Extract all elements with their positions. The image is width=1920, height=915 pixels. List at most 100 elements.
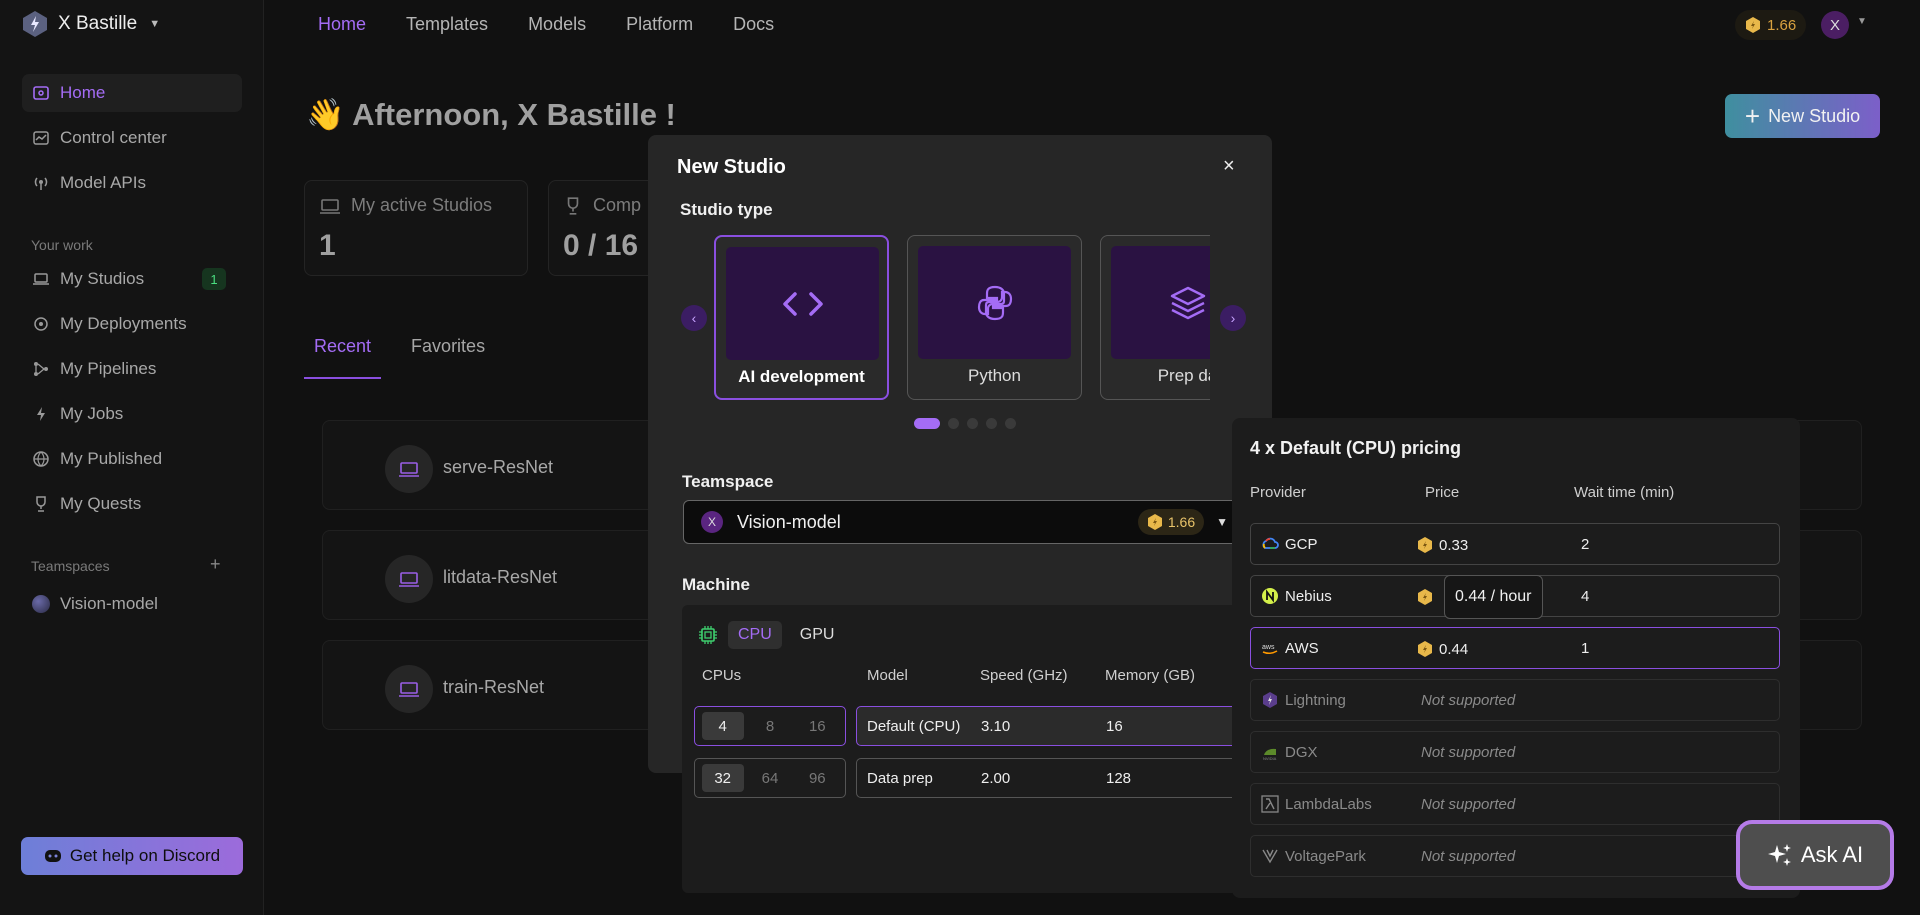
tab-recent[interactable]: Recent <box>304 336 382 379</box>
chevron-down-icon[interactable]: ▼ <box>1857 16 1867 27</box>
provider-row-gcp[interactable]: GCP 0.33 2 <box>1250 523 1780 565</box>
provider-name: Nebius <box>1285 588 1332 605</box>
cpu-option[interactable]: 4 <box>701 712 744 740</box>
provider-status: Not supported <box>1421 744 1516 761</box>
credits-value: 1.66 <box>1767 16 1797 34</box>
provider-status: Not supported <box>1421 848 1516 865</box>
studio-type-prep-data[interactable]: Prep da <box>1100 235 1210 400</box>
carousel-dot[interactable] <box>1005 418 1016 429</box>
ask-ai-button[interactable]: Ask AI <box>1736 820 1894 890</box>
provider-row-voltagepark: VoltagePark Not supported <box>1250 835 1780 877</box>
chip-icon <box>699 626 717 644</box>
topnav-docs[interactable]: Docs <box>733 14 774 35</box>
close-icon[interactable]: × <box>1223 155 1235 178</box>
sidebar-item-my-pipelines[interactable]: My Pipelines <box>22 350 242 388</box>
cpu-option[interactable]: 96 <box>796 764 838 792</box>
discord-icon <box>44 850 61 862</box>
provider-name: VoltagePark <box>1285 848 1366 865</box>
studio-type-python[interactable]: Python <box>907 235 1082 400</box>
laptop-icon <box>33 273 49 285</box>
machine-speed: 3.10 <box>981 718 1011 735</box>
studio-type-label: Prep da <box>1157 366 1210 385</box>
discord-help-button[interactable]: Get help on Discord <box>21 837 243 875</box>
coin-icon <box>1418 641 1432 657</box>
cpu-count-selector: 32 64 96 <box>694 758 846 798</box>
python-icon <box>977 285 1012 320</box>
sidebar-item-my-published[interactable]: My Published <box>22 440 242 478</box>
sidebar-item-my-studios[interactable]: My Studios 1 <box>22 260 242 298</box>
tab-favorites[interactable]: Favorites <box>401 336 495 379</box>
column-header-provider: Provider <box>1250 484 1306 501</box>
teamspace-credits: 1.66 <box>1137 509 1205 535</box>
studio-type-label: Studio type <box>680 200 773 219</box>
sidebar-item-label: Control center <box>60 128 167 147</box>
tab-cpu[interactable]: CPU <box>728 621 782 649</box>
pricing-title: 4 x Default (CPU) pricing <box>1250 438 1462 458</box>
laptop-icon <box>385 665 433 713</box>
workspace-name: X Bastille <box>58 13 138 34</box>
sparkles-icon <box>1767 844 1791 866</box>
teamspace-avatar <box>32 595 50 613</box>
new-studio-button[interactable]: + New Studio <box>1725 94 1880 138</box>
stat-value: 0 / 16 <box>563 229 639 262</box>
user-avatar[interactable]: X <box>1821 11 1849 39</box>
sidebar-item-label: My Published <box>60 449 163 468</box>
sidebar-item-model-apis[interactable]: Model APIs <box>22 164 242 202</box>
carousel-dot[interactable] <box>967 418 978 429</box>
top-navigation: Home Templates Models Platform Docs <box>318 14 774 35</box>
credits-balance[interactable]: 1.66 <box>1735 10 1807 40</box>
carousel-dot[interactable] <box>948 418 959 429</box>
voltagepark-icon <box>1262 849 1278 864</box>
column-header-wait-time: Wait time (min) <box>1574 484 1675 501</box>
sidebar-item-home[interactable]: Home <box>22 74 242 112</box>
carousel-dot[interactable] <box>914 418 940 429</box>
topnav-platform[interactable]: Platform <box>626 14 693 35</box>
sidebar-item-label: My Deployments <box>60 314 187 333</box>
topnav-home[interactable]: Home <box>318 14 366 35</box>
machine-row-default-cpu[interactable]: Default (CPU) 3.10 16 <box>856 706 1256 746</box>
cpu-option[interactable]: 16 <box>796 712 838 740</box>
machine-model: Data prep <box>867 770 933 787</box>
column-header-speed: Speed (GHz) <box>980 667 1068 684</box>
provider-row-lambdalabs: LambdaLabs Not supported <box>1250 783 1780 825</box>
provider-name: Lightning <box>1285 692 1346 709</box>
carousel-pagination <box>914 418 1016 429</box>
discord-help-label: Get help on Discord <box>69 846 221 865</box>
provider-name: LambdaLabs <box>1285 796 1372 813</box>
machine-row-data-prep[interactable]: Data prep 2.00 128 <box>856 758 1256 798</box>
provider-price: 0.44 <box>1439 640 1469 658</box>
nvidia-icon: NVIDIA <box>1263 748 1277 761</box>
page-greeting: 👋 Afternoon, X Bastille ! <box>306 96 676 133</box>
provider-name: AWS <box>1285 640 1319 657</box>
sidebar-item-label: My Pipelines <box>60 359 157 378</box>
teamspace-select[interactable]: X Vision-model 1.66 ▼ <box>683 500 1241 544</box>
column-header-price: Price <box>1425 484 1460 501</box>
new-studio-label: New Studio <box>1768 105 1861 126</box>
carousel-prev-button[interactable]: ‹ <box>681 305 707 331</box>
carousel-dot[interactable] <box>986 418 997 429</box>
cpu-option[interactable]: 8 <box>749 712 791 740</box>
studio-name: serve-ResNet <box>443 457 554 477</box>
provider-row-aws[interactable]: aws AWS 0.44 1 <box>1250 627 1780 669</box>
stat-label: Comp <box>593 195 642 215</box>
topnav-models[interactable]: Models <box>528 14 586 35</box>
laptop-icon <box>320 198 340 214</box>
studio-tabs: Recent Favorites <box>304 336 515 379</box>
sidebar-item-my-quests[interactable]: My Quests <box>22 485 242 523</box>
carousel-next-button[interactable]: › <box>1220 305 1246 331</box>
brand-switcher[interactable]: X Bastille ▼ <box>22 10 160 38</box>
sidebar-item-my-deployments[interactable]: My Deployments <box>22 305 242 343</box>
provider-wait-time: 2 <box>1581 536 1590 553</box>
cpu-option[interactable]: 32 <box>701 764 744 792</box>
column-header-cpus: CPUs <box>702 667 742 684</box>
cpu-option[interactable]: 64 <box>749 764 791 792</box>
nebius-icon <box>1262 588 1278 604</box>
topnav-templates[interactable]: Templates <box>406 14 488 35</box>
add-teamspace-button[interactable]: + <box>210 554 221 575</box>
sidebar-item-my-jobs[interactable]: My Jobs <box>22 395 242 433</box>
tab-gpu[interactable]: GPU <box>792 621 843 649</box>
sidebar-item-teamspace-vision-model[interactable]: Vision-model <box>22 585 242 623</box>
studio-type-ai-development[interactable]: AI development <box>714 235 889 400</box>
studio-type-prep-data-clip: Prep da <box>1100 235 1210 400</box>
sidebar-item-control-center[interactable]: Control center <box>22 119 242 157</box>
